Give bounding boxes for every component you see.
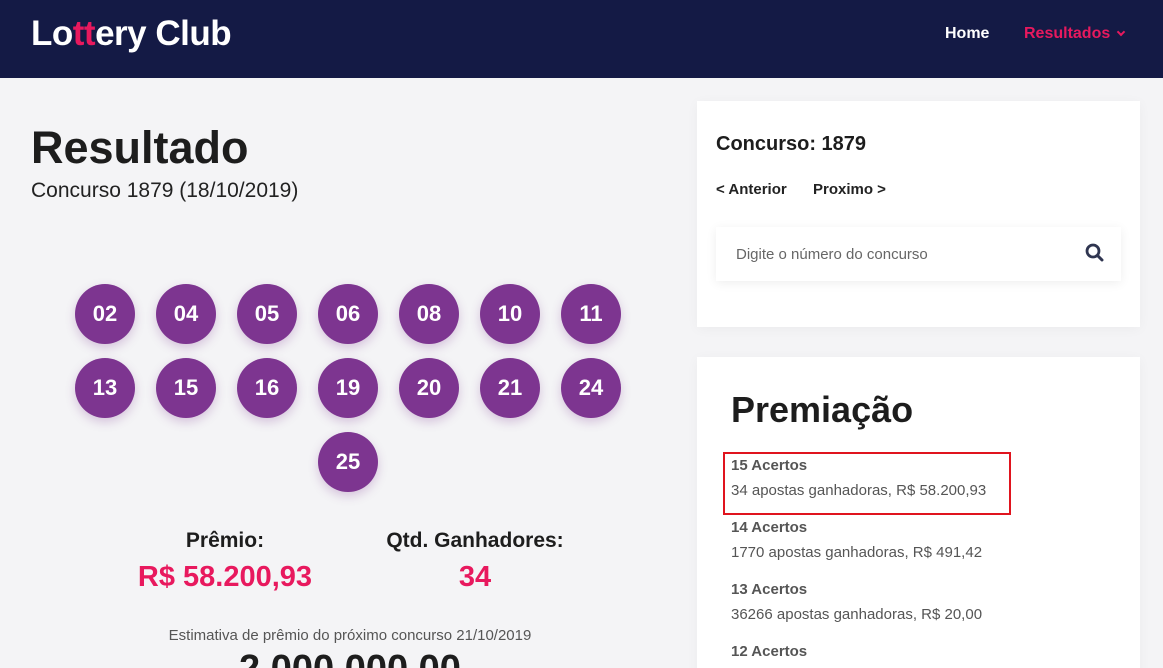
- number-ball: 20: [399, 358, 459, 418]
- contest-search: [716, 227, 1121, 281]
- nav-results-dropdown[interactable]: Resultados: [1024, 25, 1126, 43]
- prize-tier: 12 Acertos: [731, 643, 1111, 668]
- previous-contest-link[interactable]: < Anterior: [716, 181, 787, 198]
- contest-navigation-card: Concurso: 1879 < Anterior Proximo >: [697, 101, 1140, 327]
- number-ball: 04: [156, 284, 216, 344]
- logo-text-end: ery Club: [95, 14, 232, 53]
- nav-home-link[interactable]: Home: [945, 25, 989, 43]
- prize-tier: 14 Acertos 1770 apostas ganhadoras, R$ 4…: [731, 519, 1111, 561]
- highlight-box: [723, 452, 1011, 515]
- prize-tier-detail: 36266 apostas ganhadoras, R$ 20,00: [731, 606, 983, 623]
- contest-title: Concurso: 1879: [716, 133, 867, 155]
- number-ball: 24: [561, 358, 621, 418]
- logo-text-accent: tt: [72, 14, 96, 53]
- logo[interactable]: Lottery Club: [31, 14, 232, 54]
- number-ball: 16: [237, 358, 297, 418]
- chevron-down-icon: [1117, 27, 1126, 37]
- winners-value: 34: [458, 561, 492, 593]
- prize-stat: Prêmio: R$ 58.200,93: [115, 529, 335, 594]
- prizes-title: Premiação: [731, 389, 914, 430]
- number-ball: 15: [156, 358, 216, 418]
- number-ball: 10: [480, 284, 540, 344]
- prize-label: Prêmio:: [185, 529, 265, 552]
- search-icon[interactable]: [1083, 241, 1107, 265]
- number-ball: 06: [318, 284, 378, 344]
- number-ball: 08: [399, 284, 459, 344]
- number-ball: 25: [318, 432, 378, 492]
- navbar: Lottery Club Home Resultados: [0, 0, 1163, 78]
- nav-results-label: Resultados: [1024, 25, 1111, 42]
- contest-subtitle: Concurso 1879 (18/10/2019): [31, 179, 299, 202]
- prize-tier-detail: 1770 apostas ganhadoras, R$ 491,42: [731, 544, 983, 561]
- contest-search-input[interactable]: [716, 227, 1071, 281]
- number-ball: 05: [237, 284, 297, 344]
- next-prize-estimate-label: Estimativa de prêmio do próximo concurso…: [168, 627, 532, 644]
- number-ball: 02: [75, 284, 135, 344]
- next-prize-estimate-value: 2.000.000,00: [100, 648, 600, 668]
- page-title: Resultado: [31, 122, 249, 173]
- number-ball: 21: [480, 358, 540, 418]
- number-ball: 11: [561, 284, 621, 344]
- prize-tier-label: 13 Acertos: [731, 581, 808, 598]
- number-ball: 19: [318, 358, 378, 418]
- next-contest-link[interactable]: Proximo >: [813, 181, 886, 198]
- prize-value: R$ 58.200,93: [137, 561, 313, 593]
- prize-tier: 13 Acertos 36266 apostas ganhadoras, R$ …: [731, 581, 1111, 623]
- winners-stat: Qtd. Ganhadores: 34: [375, 529, 575, 594]
- number-ball: 13: [75, 358, 135, 418]
- logo-text-start: Lo: [31, 14, 73, 53]
- prize-tier-label: 12 Acertos: [731, 643, 808, 660]
- prize-tier-label: 14 Acertos: [731, 519, 808, 536]
- winners-label: Qtd. Ganhadores:: [386, 529, 564, 552]
